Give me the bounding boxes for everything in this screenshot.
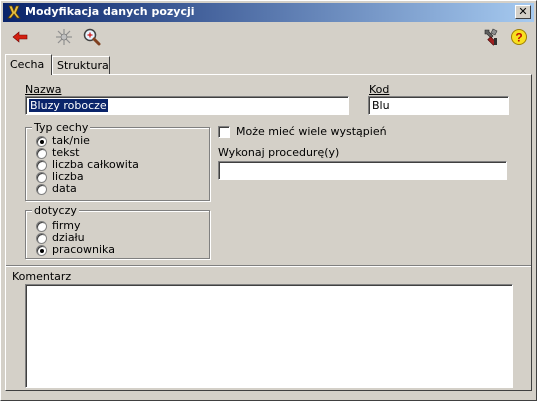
tools-icon xyxy=(484,28,498,46)
close-button[interactable]: ✕ xyxy=(515,5,531,19)
comment-textarea[interactable] xyxy=(25,284,513,388)
radio-button[interactable] xyxy=(36,172,47,183)
sparkle-icon xyxy=(56,29,72,45)
dialog-window: Modyfikacja danych pozycji ✕ ? Cecha Str… xyxy=(0,0,537,401)
code-input-value: Blu xyxy=(372,99,390,112)
applies-group: dotyczy firmy działu pracownika xyxy=(25,204,210,259)
help-icon: ? xyxy=(511,29,527,45)
tab-panel-cecha: Nazwa Bluzy robocze Kod Blu Typ cechy ta… xyxy=(5,74,532,391)
tab-label: Cecha xyxy=(10,58,45,71)
comment-label: Komentarz xyxy=(12,270,72,283)
radio-button[interactable] xyxy=(36,221,47,232)
type-group: Typ cechy tak/nie tekst liczba całkowita… xyxy=(25,121,210,201)
name-input[interactable]: Bluzy robocze xyxy=(25,96,349,115)
procedure-input[interactable] xyxy=(218,161,507,180)
radio-label: data xyxy=(52,182,77,195)
section-divider xyxy=(6,265,531,267)
code-label: Kod xyxy=(369,83,390,96)
type-group-title: Typ cechy xyxy=(32,121,91,134)
radio-button[interactable] xyxy=(36,136,47,147)
tab-struktura[interactable]: Struktura xyxy=(52,56,110,74)
tab-cecha[interactable]: Cecha xyxy=(5,54,52,75)
name-input-value: Bluzy robocze xyxy=(29,99,108,112)
radio-button[interactable] xyxy=(36,245,47,256)
radio-button[interactable] xyxy=(36,184,47,195)
toolbar: ? xyxy=(3,23,534,51)
close-icon: ✕ xyxy=(518,5,528,18)
zoom-button[interactable] xyxy=(81,26,103,48)
code-input[interactable]: Blu xyxy=(368,96,509,115)
magnifier-icon xyxy=(83,28,101,46)
back-button[interactable] xyxy=(9,26,31,48)
window-title: Modyfikacja danych pozycji xyxy=(25,5,195,18)
app-icon xyxy=(7,5,21,19)
multiple-checkbox[interactable] xyxy=(218,126,230,138)
radio-button[interactable] xyxy=(36,148,47,159)
tools-button[interactable] xyxy=(480,26,502,48)
name-label: Nazwa xyxy=(25,83,62,96)
arrow-left-icon xyxy=(12,31,28,43)
radio-button[interactable] xyxy=(36,233,47,244)
radio-button[interactable] xyxy=(36,160,47,171)
applies-group-title: dotyczy xyxy=(32,204,79,217)
multiple-label: Może mieć wiele wystąpień xyxy=(236,125,387,138)
procedure-label: Wykonaj procedurę(y) xyxy=(218,146,340,159)
tab-label: Struktura xyxy=(57,59,109,72)
radio-label: pracownika xyxy=(52,243,115,256)
help-button[interactable]: ? xyxy=(508,26,530,48)
svg-text:?: ? xyxy=(515,31,522,45)
title-bar[interactable]: Modyfikacja danych pozycji ✕ xyxy=(3,3,534,22)
stop-button[interactable] xyxy=(53,26,75,48)
